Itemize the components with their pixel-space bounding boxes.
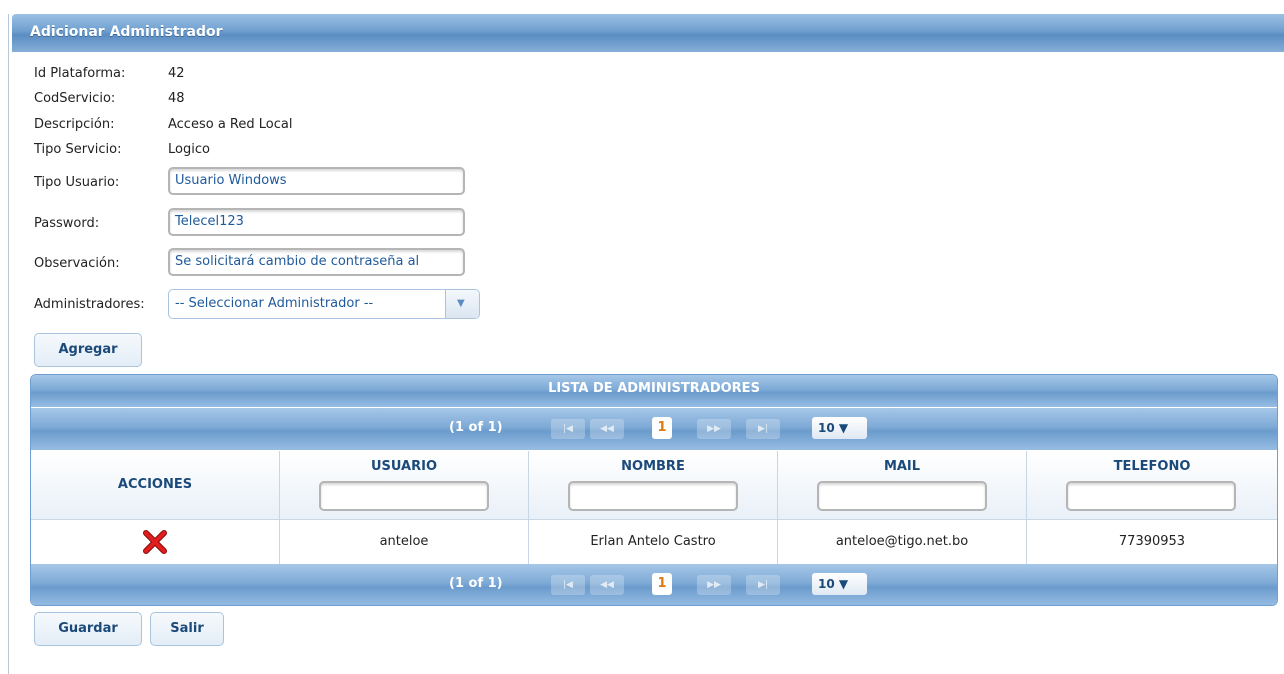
table-title-bar: LISTA DE ADMINISTRADORES <box>31 375 1277 407</box>
rows-per-page-select[interactable]: 10 ▼ <box>812 417 867 439</box>
table-title: LISTA DE ADMINISTRADORES <box>548 381 760 396</box>
usuario-cell: anteloe <box>280 520 529 564</box>
column-title-telefono[interactable]: TELEFONO <box>1027 459 1277 474</box>
administradores-select[interactable]: -- Seleccionar Administrador -- ▼ <box>168 289 480 319</box>
tipo-usuario-label: Tipo Usuario: <box>34 175 120 190</box>
column-header-telefono[interactable]: TELEFONO <box>1027 451 1277 519</box>
guardar-button[interactable]: Guardar <box>34 612 142 646</box>
column-title-acciones: ACCIONES <box>117 477 193 492</box>
first-page-icon[interactable]: |◀ <box>551 575 585 595</box>
column-header-mail[interactable]: MAIL <box>778 451 1027 519</box>
column-title-mail[interactable]: MAIL <box>778 459 1026 474</box>
column-header-acciones: ACCIONES <box>31 451 280 519</box>
salir-button[interactable]: Salir <box>150 612 224 646</box>
descripcion-value: Acceso a Red Local <box>168 117 293 132</box>
tipo-servicio-value: Logico <box>168 142 210 157</box>
password-input[interactable]: Telecel123 <box>168 208 465 236</box>
column-title-usuario[interactable]: USUARIO <box>280 459 528 474</box>
top-paginator: (1 of 1) |◀ ◀◀ 1 ▶▶ ▶| 10 ▼ <box>31 408 1277 450</box>
page-number-1[interactable]: 1 <box>652 573 672 595</box>
page-info: (1 of 1) <box>449 420 503 435</box>
telefono-filter-input[interactable] <box>1066 481 1236 511</box>
page-number-1[interactable]: 1 <box>652 417 672 439</box>
prev-page-icon[interactable]: ◀◀ <box>590 575 624 595</box>
last-page-icon[interactable]: ▶| <box>746 419 780 439</box>
delete-x-icon[interactable] <box>143 530 167 554</box>
observacion-input[interactable]: Se solicitará cambio de contraseña al <box>168 248 465 276</box>
cod-servicio-label: CodServicio: <box>34 91 116 106</box>
nombre-filter-input[interactable] <box>568 481 738 511</box>
administradores-selected-value: -- Seleccionar Administrador -- <box>175 296 374 311</box>
administradores-table-panel: LISTA DE ADMINISTRADORES (1 of 1) |◀ ◀◀ … <box>30 374 1278 606</box>
observacion-label: Observación: <box>34 256 120 271</box>
password-label: Password: <box>34 216 100 231</box>
administradores-dropdown-trigger[interactable]: ▼ <box>445 290 479 318</box>
mail-cell: anteloe@tigo.net.bo <box>778 520 1027 564</box>
descripcion-label: Descripción: <box>34 117 115 132</box>
nombre-cell: Erlan Antelo Castro <box>529 520 778 564</box>
tipo-servicio-label: Tipo Servicio: <box>34 142 122 157</box>
column-header-usuario[interactable]: USUARIO <box>280 451 529 519</box>
id-plataforma-label: Id Plataforma: <box>34 66 126 81</box>
dialog-header[interactable]: Adicionar Administrador <box>12 14 1284 52</box>
tipo-usuario-input[interactable]: Usuario Windows <box>168 167 465 195</box>
telefono-cell: 77390953 <box>1118 534 1186 549</box>
next-page-icon[interactable]: ▶▶ <box>697 419 731 439</box>
last-page-icon[interactable]: ▶| <box>746 575 780 595</box>
administradores-label: Administradores: <box>34 297 145 312</box>
rows-per-page-select[interactable]: 10 ▼ <box>812 573 867 595</box>
dialog-title: Adicionar Administrador <box>30 24 223 40</box>
left-border <box>8 14 9 674</box>
cod-servicio-value: 48 <box>168 91 185 106</box>
usuario-filter-input[interactable] <box>319 481 489 511</box>
bottom-paginator: (1 of 1) |◀ ◀◀ 1 ▶▶ ▶| 10 ▼ <box>31 564 1277 605</box>
column-title-nombre[interactable]: NOMBRE <box>529 459 777 474</box>
actions-cell <box>31 520 280 564</box>
id-plataforma-value: 42 <box>168 66 185 81</box>
first-page-icon[interactable]: |◀ <box>551 419 585 439</box>
agregar-button[interactable]: Agregar <box>34 333 142 367</box>
chevron-down-icon: ▼ <box>457 298 465 309</box>
mail-filter-input[interactable] <box>817 481 987 511</box>
prev-page-icon[interactable]: ◀◀ <box>590 419 624 439</box>
next-page-icon[interactable]: ▶▶ <box>697 575 731 595</box>
page-info: (1 of 1) <box>449 576 503 591</box>
column-header-nombre[interactable]: NOMBRE <box>529 451 778 519</box>
